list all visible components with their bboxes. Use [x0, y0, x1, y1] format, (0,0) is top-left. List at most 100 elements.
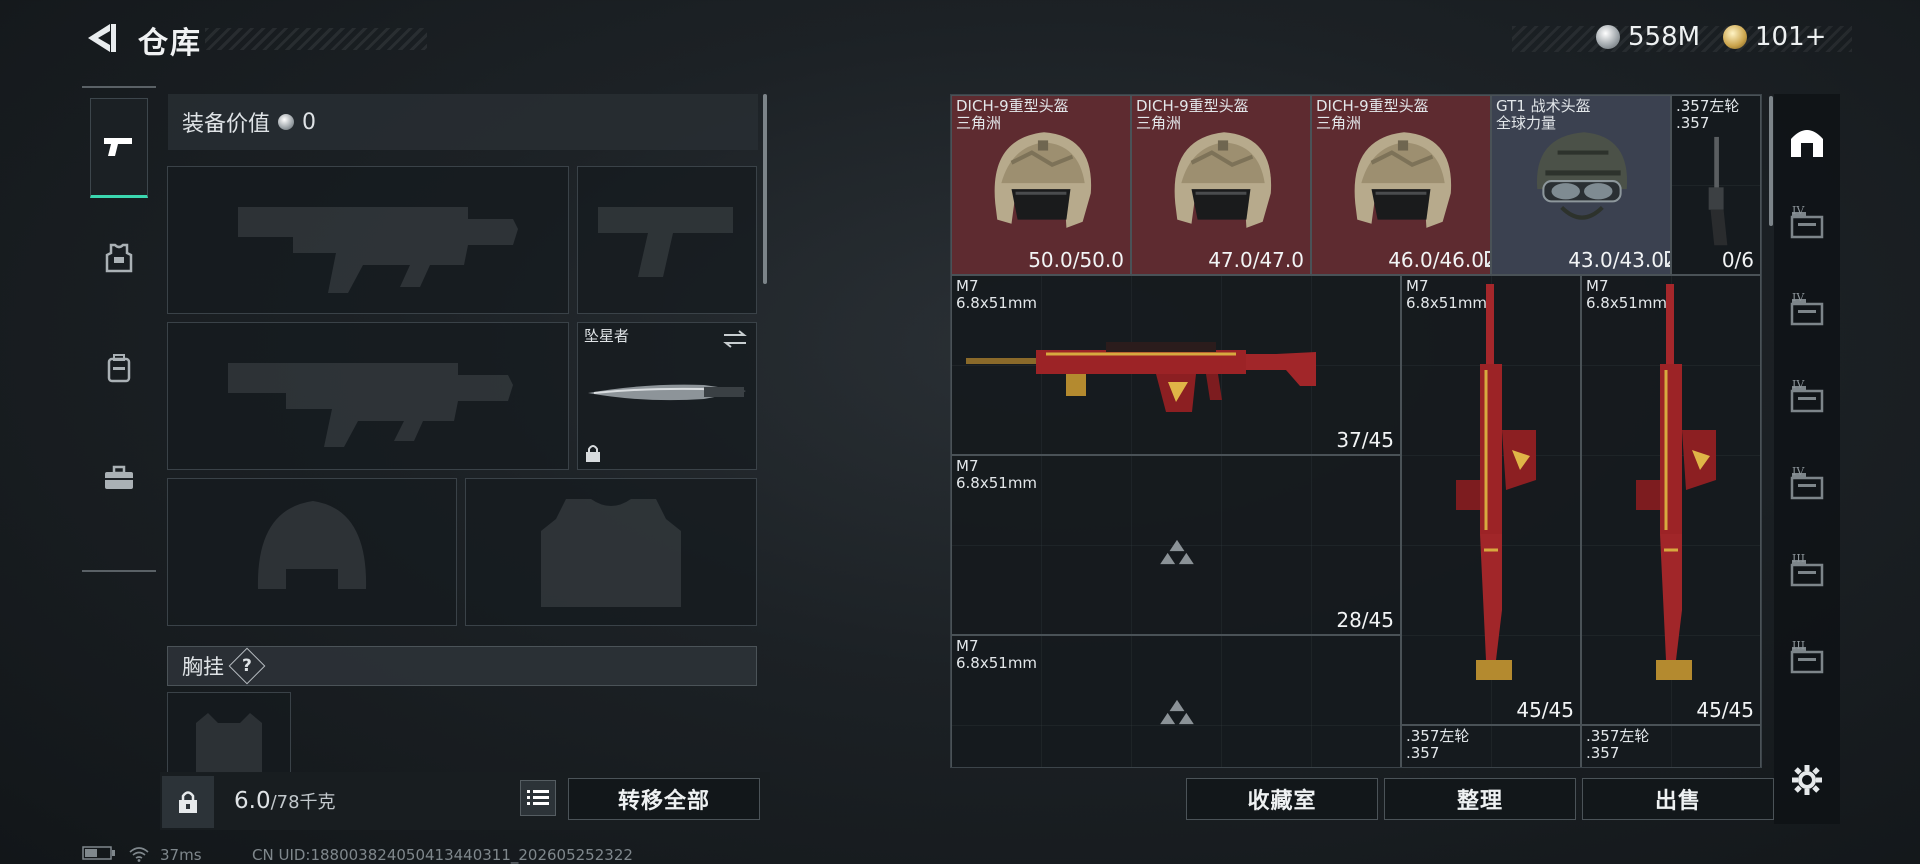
rifle-icon [1426, 280, 1556, 704]
chest-rig-label: 胸挂 [182, 655, 224, 679]
item-durability: 0/6 [1721, 248, 1754, 272]
toolbox-icon [105, 465, 133, 489]
silver-coin-icon [1596, 25, 1620, 49]
container-tier-tab[interactable]: IV [1784, 291, 1830, 335]
item-durability: 46.0/46.0 [1388, 248, 1484, 272]
inventory-item[interactable]: .357左轮 .357 [1581, 725, 1761, 767]
equipment-value-label: 装备价值 [182, 112, 271, 137]
silver-currency[interactable]: 558M [1596, 22, 1700, 52]
item-subtitle: .357 [1586, 744, 1620, 762]
page-title: 仓库 [138, 26, 202, 61]
item-subtitle: 6.8x51mm [1406, 294, 1488, 312]
weapons-tab[interactable] [90, 98, 148, 198]
inventory-item[interactable]: DICH-9重型头盔 三角洲 50.0/50.0 [951, 95, 1131, 275]
left-category-rail [82, 86, 156, 572]
gear-icon [1792, 765, 1822, 795]
lock-icon [586, 445, 600, 462]
swap-icon[interactable] [722, 329, 748, 349]
item-name: M7 6.8x51mm [1406, 277, 1488, 312]
backpack-tab[interactable] [90, 318, 148, 418]
inventory-item[interactable]: M7 6.8x51mm 45/45 [1401, 275, 1581, 725]
melee-name: 坠星者 [584, 327, 630, 345]
sort-button[interactable]: 整理 [1384, 778, 1576, 820]
storage-main-tab[interactable] [1784, 118, 1830, 162]
pistol-icon [104, 138, 132, 156]
silver-amount: 558M [1628, 22, 1701, 52]
item-name: M7 6.8x51mm [956, 637, 1038, 672]
rifle-silhouette-icon [228, 363, 513, 447]
inventory-item[interactable]: M7 6.8x51mm [951, 635, 1401, 767]
knife-icon [588, 384, 746, 401]
item-name: .357左轮 .357 [1676, 97, 1740, 132]
item-durability: 43.0/43.0 [1568, 248, 1664, 272]
item-durability: 50.0/50.0 [1028, 248, 1124, 272]
equipment-scrollbar[interactable] [763, 94, 767, 284]
item-name: DICH-9重型头盔 三角洲 [1136, 97, 1249, 132]
inventory-item[interactable]: GT1 战术头盔 全球力量 43.0/43.0 [1491, 95, 1671, 275]
item-name: .357左轮 .357 [1406, 727, 1470, 762]
sidearm-slot[interactable] [577, 166, 757, 314]
armor-vest-icon [105, 243, 133, 273]
back-arrow-icon[interactable] [80, 18, 120, 58]
chest-rig-header: 胸挂 ? [167, 646, 757, 686]
item-name: DICH-9重型头盔 三角洲 [956, 97, 1069, 132]
item-name: .357左轮 .357 [1586, 727, 1650, 762]
melee-slot[interactable]: 坠星者 [577, 322, 757, 470]
tier-label: IV [1792, 465, 1805, 478]
list-view-button[interactable] [520, 780, 556, 816]
item-subtitle: .357 [1676, 114, 1710, 132]
item-durability: 28/45 [1336, 608, 1394, 632]
armor-tab[interactable] [90, 208, 148, 308]
inventory-item[interactable]: .357左轮 .357 0/6 [1671, 95, 1761, 275]
pistol-silhouette-icon [598, 207, 733, 277]
chest-rig-slot[interactable] [167, 692, 291, 773]
revolver-icon [1690, 128, 1746, 260]
container-tier-tab[interactable]: III [1784, 552, 1830, 596]
container-tier-tab[interactable]: IV [1784, 204, 1830, 248]
toolbox-tab[interactable] [90, 428, 148, 528]
backpack-icon [107, 354, 131, 383]
inventory-item[interactable]: .357左轮 .357 [1401, 725, 1581, 767]
weight-current: 6.0 [234, 788, 271, 814]
uid-readout: CN UID:188003824050413440311_20260525232… [252, 846, 633, 864]
inventory-item[interactable]: M7 6.8x51mm 37/45 [951, 275, 1401, 455]
inventory-item[interactable]: M7 6.8x51mm 45/45 [1581, 275, 1761, 725]
item-durability: 45/45 [1516, 698, 1574, 722]
loading-triangle-icon [1158, 698, 1196, 730]
secondary-weapon-slot[interactable] [167, 322, 569, 470]
container-tier-tab[interactable]: III [1784, 639, 1830, 683]
helmet-slot[interactable] [167, 478, 457, 626]
ping-readout: 37ms [160, 846, 202, 864]
sell-button[interactable]: 出售 [1582, 778, 1774, 820]
weight-max: /78千克 [270, 792, 336, 813]
safe-box-button[interactable] [162, 776, 214, 828]
body-armor-slot[interactable] [465, 478, 757, 626]
title-decoration [205, 28, 427, 50]
gold-coin-icon [1723, 25, 1747, 49]
item-subtitle: .357 [1406, 744, 1440, 762]
chest-rig-silhouette-icon [196, 713, 262, 773]
right-container-rail: IV IV IV IV III III [1774, 94, 1840, 824]
inventory-item[interactable]: DICH-9重型头盔 三角洲 46.0/46.0 [1311, 95, 1491, 275]
tactical-helmet-icon [1521, 122, 1643, 238]
vest-silhouette-icon [541, 499, 681, 607]
settings-button[interactable] [1784, 758, 1830, 802]
gold-currency[interactable]: 101+ [1723, 22, 1826, 52]
inventory-item[interactable]: M7 6.8x51mm 28/45 [951, 455, 1401, 635]
item-name: M7 6.8x51mm [956, 457, 1038, 492]
inventory-item[interactable]: DICH-9重型头盔 三角洲 47.0/47.0 [1131, 95, 1311, 275]
primary-weapon-slot[interactable] [167, 166, 569, 314]
silver-coin-icon [278, 114, 295, 130]
tier-label: III [1792, 552, 1806, 565]
collection-room-button[interactable]: 收藏室 [1186, 778, 1378, 820]
container-tier-tab[interactable]: IV [1784, 465, 1830, 509]
help-icon[interactable]: ? [228, 647, 266, 685]
loading-triangle-icon [1158, 538, 1196, 570]
inventory-grid[interactable]: DICH-9重型头盔 三角洲 50.0/50.0 DICH-9重型头盔 三角洲 47.0/… [950, 94, 1762, 768]
no-repair-icon [1664, 250, 1670, 268]
container-tier-tab[interactable]: IV [1784, 378, 1830, 422]
no-repair-icon [1484, 250, 1490, 268]
transfer-all-button[interactable]: 转移全部 [568, 778, 760, 820]
inventory-scrollbar[interactable] [1769, 96, 1773, 226]
equipment-value: 0 [302, 109, 317, 135]
